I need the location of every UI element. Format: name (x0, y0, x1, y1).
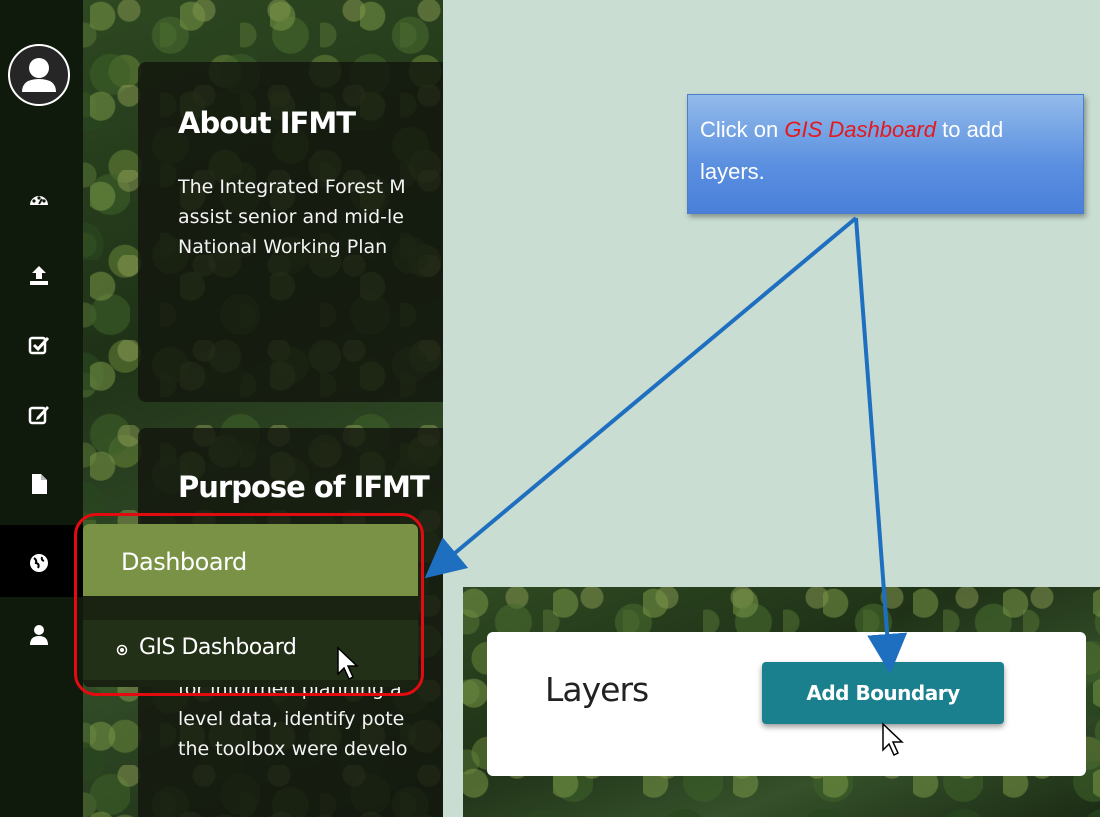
sidebar-item-gis[interactable] (0, 525, 83, 597)
document-icon[interactable] (28, 473, 50, 495)
mouse-pointer-icon (337, 646, 359, 681)
instruction-callout: Click on GIS Dashboard to add layers. (687, 94, 1084, 214)
upload-icon[interactable] (28, 264, 50, 286)
mouse-pointer-icon (882, 722, 904, 757)
globe-icon (28, 552, 50, 574)
purpose-line: the toolbox were develo (178, 738, 408, 760)
edit-icon[interactable] (28, 403, 50, 425)
layers-panel: Layers Add Boundary (487, 632, 1086, 776)
about-line: National Working Plan (178, 236, 388, 258)
callout-text: Click on GIS Dashboard to add layers. (700, 109, 1070, 193)
about-line: assist senior and mid-le (178, 206, 404, 228)
about-card: About IFMT The Integrated Forest M assis… (138, 62, 443, 402)
add-boundary-button[interactable]: Add Boundary (762, 662, 1004, 724)
arrow-to-gis-dashboard (424, 216, 858, 579)
sidebar (0, 0, 83, 817)
layers-title: Layers (545, 670, 649, 709)
about-line: The Integrated Forest M (178, 176, 406, 198)
user-avatar-icon[interactable] (8, 44, 70, 106)
callout-prefix: Click on (700, 117, 785, 142)
callout-highlight: GIS Dashboard (784, 117, 936, 142)
checkbox-icon[interactable] (28, 334, 50, 356)
about-title: About IFMT (178, 106, 356, 140)
purpose-title: Purpose of IFMT (178, 470, 430, 504)
purpose-line: level data, identify pote (178, 708, 405, 730)
user-icon[interactable] (28, 624, 50, 646)
highlight-box (74, 513, 424, 696)
dashboard-gauge-icon[interactable] (28, 189, 50, 211)
